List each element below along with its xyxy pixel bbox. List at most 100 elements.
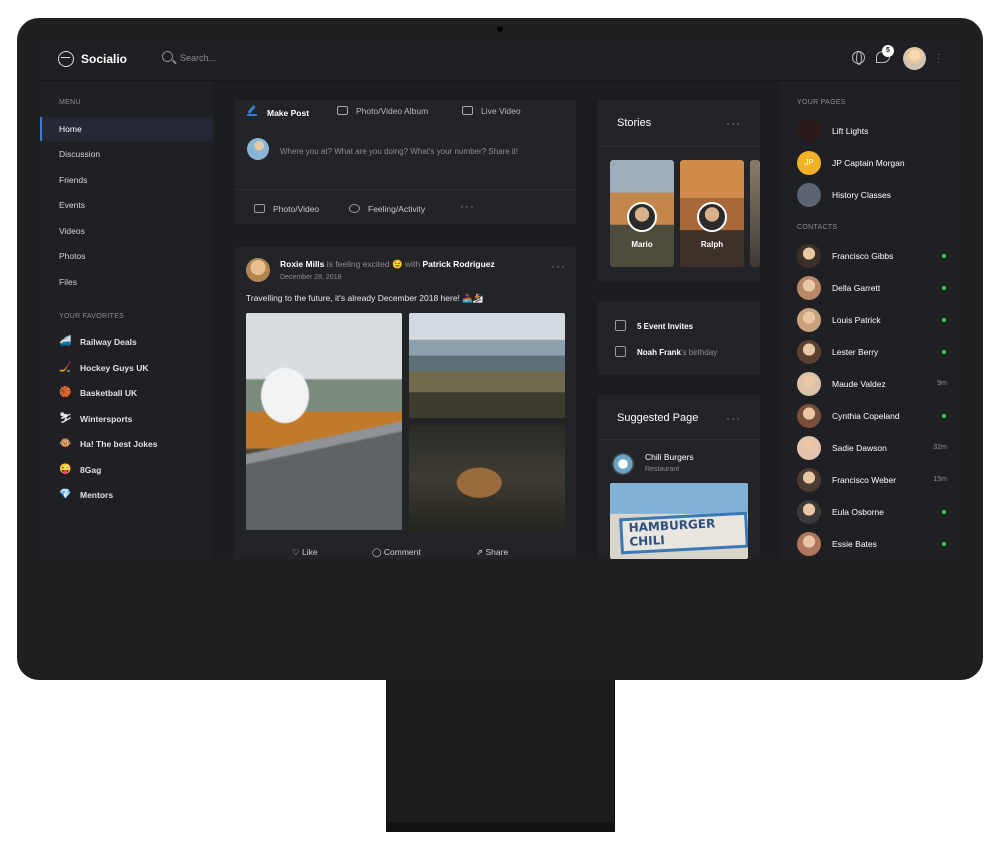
page-item[interactable]: Lift Lights [797,119,947,143]
online-status-icon [942,318,946,322]
nav-discussion[interactable]: Discussion [40,142,213,166]
story-item[interactable]: Ralph [680,160,744,267]
contact-item[interactable]: Francisco Weber 15m [797,468,947,492]
fav-label: Mentors [80,490,114,500]
nav-friends[interactable]: Friends [40,168,213,192]
contact-item[interactable]: Louis Patrick [797,308,947,332]
tagged-person[interactable]: Patrick Rodriguez [422,259,494,269]
nav-home[interactable]: Home [40,117,213,141]
suggested-menu-icon[interactable]: ··· [726,411,741,425]
online-status-icon [942,350,946,354]
feeling-activity-button[interactable]: Feeling/Activity [349,200,425,218]
contact-name: Francisco Gibbs [832,251,894,261]
basketball-icon: 🏀 [59,387,72,398]
contact-name: Louis Patrick [832,315,881,325]
post-author[interactable]: Roxie Mills [280,259,324,269]
nav-videos[interactable]: Videos [40,219,213,243]
avatar [797,340,821,364]
fav-item[interactable]: 🏒 Hockey Guys UK [40,357,213,379]
page-name[interactable]: Chili Burgers [645,452,694,462]
more-options-icon[interactable]: ··· [460,199,475,213]
top-bar: Socialio 5 ··· [40,41,960,81]
stories-menu-icon[interactable]: ··· [726,116,741,130]
favorites-label: YOUR FAVORITES [59,313,125,320]
post-image-axe[interactable] [409,425,565,530]
page-logo[interactable] [612,453,634,475]
story-item[interactable]: Mario [610,160,674,267]
more-menu-icon[interactable]: · · · [937,50,940,68]
page-item[interactable]: History Classes [797,183,947,207]
contact-name: Della Garrett [832,283,881,293]
fav-item[interactable]: 🏀 Basketball UK [40,382,213,404]
contact-item[interactable]: Della Garrett [797,276,947,300]
contact-item[interactable]: Essie Bates [797,532,947,556]
fav-item[interactable]: ⛷ Wintersports [40,408,213,430]
nav-photos[interactable]: Photos [40,244,213,268]
with-word: with [404,259,421,269]
contact-name: Lester Berry [832,347,879,357]
story-name: Ralph [700,240,724,249]
logo-icon[interactable] [58,51,74,67]
online-status-icon [942,542,946,546]
contact-item[interactable]: Eula Osborne [797,500,947,524]
divider [234,189,576,190]
page-item[interactable]: JP JP Captain Morgan [797,151,947,175]
fav-item[interactable]: 💎 Mentors [40,484,213,506]
tab-make-post[interactable]: Make Post [247,106,309,118]
page-cover-image[interactable]: HAMBURGER CHILI [610,483,748,559]
share-button[interactable]: ⇗ Share [476,547,508,558]
nav-events[interactable]: Events [40,193,213,217]
fav-label: Hockey Guys UK [80,363,149,373]
tab-photo-album[interactable]: Photo/Video Album [337,106,428,116]
comment-button[interactable]: ◯ Comment [372,547,421,558]
suggested-page-card: Suggested Page ··· Chili Burgers Restaur… [598,395,760,559]
story-item[interactable] [750,160,760,267]
post-menu-icon[interactable]: ··· [551,259,566,273]
search-input[interactable] [180,51,330,65]
contact-item[interactable]: Lester Berry [797,340,947,364]
divider [598,146,760,147]
last-seen-time: 9m [937,380,947,387]
feeling-emoji: 😉 [392,259,403,269]
online-status-icon [942,510,946,514]
fav-label: Railway Deals [80,337,137,347]
last-seen-time: 15m [933,476,947,483]
image-icon [337,106,348,115]
contact-item[interactable]: Maude Valdez 9m [797,372,947,396]
contact-name: Cynthia Copeland [832,411,900,421]
pen-icon [247,106,257,116]
post-image-mountain[interactable] [409,313,565,418]
birthday-item[interactable]: Noah Frank's birthday [615,346,717,357]
avatar[interactable] [246,258,270,282]
monitor-frame: Socialio 5 ··· MENU Home Discussion Frie… [17,18,983,680]
nav-files[interactable]: Files [40,270,213,294]
camera [497,26,503,32]
contacts-label: CONTACTS [797,224,838,231]
camera-icon [254,204,265,213]
fav-item[interactable]: 😜 8Gag [40,459,213,481]
contact-item[interactable]: Sadie Dawson 32m [797,436,947,460]
last-seen-time: 32m [933,444,947,451]
post-date: December 28, 2018 [280,274,342,281]
fav-item[interactable]: 🐵 Ha! The best Jokes [40,433,213,455]
story-name: Mario [631,240,653,249]
tab-live-video[interactable]: Live Video [462,106,521,116]
photo-video-button[interactable]: Photo/Video [254,200,319,218]
page-avatar [797,183,821,207]
fav-item[interactable]: 🚄 Railway Deals [40,331,213,353]
post-input[interactable] [280,144,565,158]
heart-icon: ♡ [292,547,302,557]
user-avatar[interactable] [903,47,926,70]
contact-name: Sadie Dawson [832,443,887,453]
post-image-road[interactable] [246,313,402,530]
avatar [797,532,821,556]
pages-label: YOUR PAGES [797,99,846,106]
online-status-icon [942,254,946,258]
comment-icon: ◯ [372,547,384,557]
brand-name[interactable]: Socialio [81,52,127,66]
event-invites[interactable]: 5 Event Invites [615,320,693,331]
globe-icon[interactable] [852,51,865,65]
contact-item[interactable]: Francisco Gibbs [797,244,947,268]
like-button[interactable]: ♡ Like [292,547,318,558]
contact-item[interactable]: Cynthia Copeland [797,404,947,428]
